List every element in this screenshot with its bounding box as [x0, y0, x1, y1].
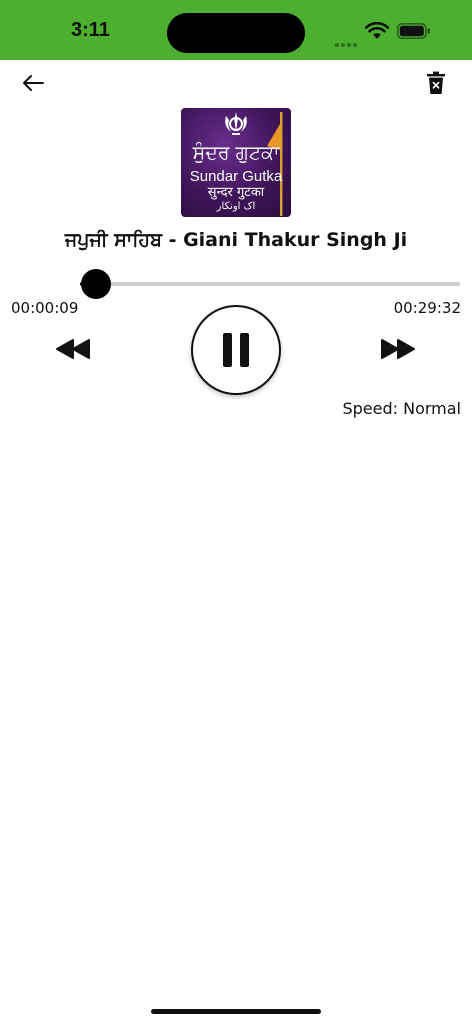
- cellular-signal-icon: [335, 32, 359, 51]
- fast-forward-button[interactable]: [378, 334, 418, 364]
- album-artwork: ਸੁੰਦਰ ਗੁਟਕਾ Sundar Gutka सुन्दर गुटका اک…: [181, 108, 291, 217]
- khanda-icon: [225, 112, 247, 135]
- trash-x-icon: [427, 71, 445, 94]
- rewind-icon: [56, 339, 90, 359]
- playback-speed-button[interactable]: Speed: Normal: [342, 399, 461, 418]
- wifi-icon: [365, 22, 389, 39]
- elapsed-time: 00:00:09: [11, 299, 79, 317]
- artwork-gurmukhi-title: ਸੁੰਦਰ ਗੁਟਕਾ: [192, 142, 280, 164]
- seek-thumb[interactable]: [80, 269, 111, 299]
- rewind-button[interactable]: [53, 334, 93, 364]
- delete-button[interactable]: [424, 70, 448, 96]
- artwork-urdu-title: اک اونکار: [216, 201, 256, 212]
- status-time: 3:11: [71, 19, 110, 41]
- artwork-english-title: Sundar Gutka: [189, 168, 283, 185]
- pause-icon: [223, 333, 249, 367]
- arrow-left-icon: [23, 75, 44, 91]
- audio-player-screen: 3:11 ਸੁੰਦਰ ਗੁਟਕਾ Sundar Gutka सुन्दर गुट…: [0, 0, 472, 1024]
- battery-icon: [397, 23, 430, 39]
- status-bar: 3:11: [0, 0, 472, 60]
- dynamic-island: [167, 13, 305, 53]
- track-title: ਜਪੁਜੀ ਸਾਹਿਬ - Giani Thakur Singh Ji: [64, 229, 408, 251]
- total-duration: 00:29:32: [393, 299, 461, 317]
- artwork-hindi-title: सुन्दर गुटका: [207, 185, 265, 200]
- back-button[interactable]: [18, 70, 48, 96]
- seek-track[interactable]: [94, 282, 460, 286]
- home-indicator[interactable]: [151, 1009, 321, 1014]
- pause-button[interactable]: [191, 305, 281, 395]
- fast-forward-icon: [381, 339, 415, 359]
